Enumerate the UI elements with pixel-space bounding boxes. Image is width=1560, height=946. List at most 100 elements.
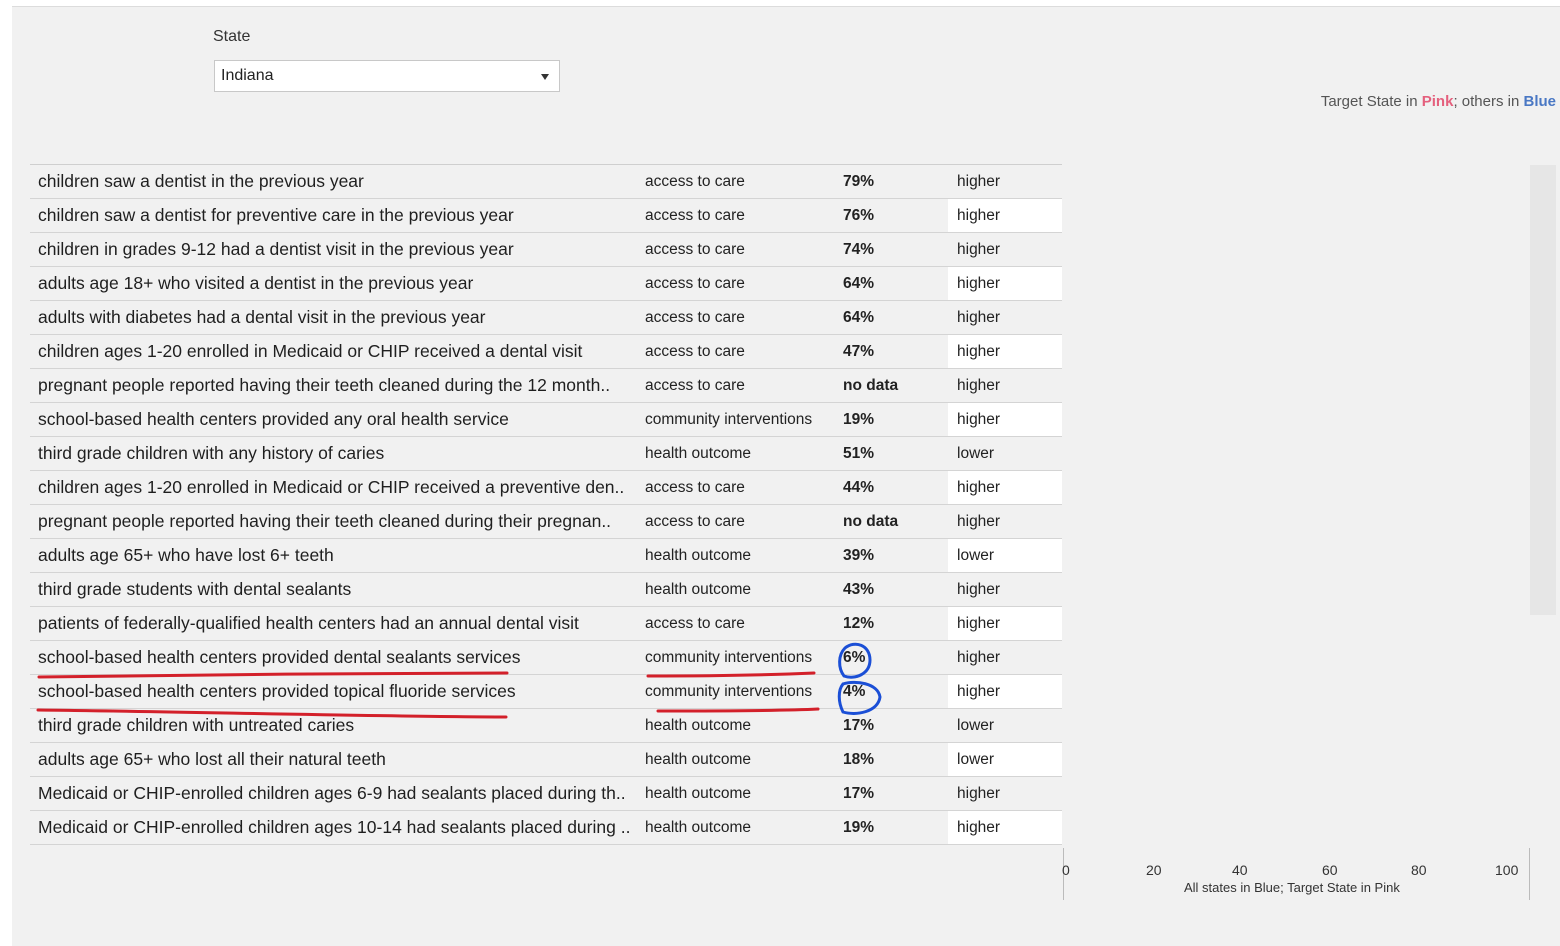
direction-cell: higher <box>948 811 1062 844</box>
left-margin <box>0 6 12 946</box>
table-row: adults age 65+ who have lost 6+ teeth hea… <box>30 539 1062 573</box>
table-row: school-based health centers provided den… <box>30 641 1062 675</box>
value-cell: 39% <box>843 547 875 564</box>
vertical-scrollbar[interactable] <box>1530 165 1556 615</box>
direction-cell: higher <box>957 173 1001 190</box>
value-cell: 6% <box>843 649 866 666</box>
state-select-value: Indiana <box>221 67 274 84</box>
category-cell: community interventions <box>645 683 813 700</box>
measure-cell: Medicaid or CHIP-enrolled children ages … <box>38 783 626 803</box>
measure-cell: patients of federally-qualified health c… <box>38 613 579 633</box>
table-row: adults age 18+ who visited a dentist in … <box>30 267 1062 301</box>
measure-cell: children ages 1-20 enrolled in Medicaid … <box>38 341 583 361</box>
measure-cell: school-based health centers provided any… <box>38 409 509 429</box>
value-cell: 12% <box>843 615 875 632</box>
value-cell: 17% <box>843 785 875 802</box>
category-cell: health outcome <box>645 751 751 768</box>
chevron-down-icon <box>541 74 549 80</box>
measure-cell: pregnant people reported having their te… <box>38 511 612 531</box>
direction-cell: higher <box>948 267 1062 300</box>
measure-cell: school-based health centers provided top… <box>38 681 516 701</box>
table-row: Medicaid or CHIP-enrolled children ages … <box>30 777 1062 811</box>
value-cell: 19% <box>843 819 875 836</box>
category-cell: health outcome <box>645 445 751 462</box>
direction-cell: higher <box>948 607 1062 640</box>
category-cell: access to care <box>645 309 745 326</box>
measure-cell: children ages 1-20 enrolled in Medicaid … <box>38 477 625 497</box>
measure-cell: third grade children with untreated cari… <box>38 715 355 735</box>
measure-cell: pregnant people reported having their te… <box>38 375 611 395</box>
direction-cell: higher <box>957 241 1001 258</box>
measure-cell: adults with diabetes had a dental visit … <box>38 307 486 327</box>
measure-cell: adults age 18+ who visited a dentist in … <box>38 273 474 293</box>
table-row: children in grades 9-12 had a dentist vi… <box>30 233 1062 267</box>
value-cell: 4% <box>843 683 866 700</box>
table-row: patients of federally-qualified health c… <box>30 607 1062 641</box>
direction-cell: higher <box>948 403 1062 436</box>
category-cell: access to care <box>645 479 745 496</box>
category-cell: access to care <box>645 343 745 360</box>
page-top-bar <box>0 0 1560 7</box>
direction-cell: higher <box>957 377 1001 394</box>
direction-cell: lower <box>948 743 1062 776</box>
legend-note: Target State in Pink; others in Blue <box>1321 93 1556 110</box>
value-cell: 47% <box>843 343 875 360</box>
table-row: Medicaid or CHIP-enrolled children ages … <box>30 811 1062 845</box>
direction-cell: higher <box>948 471 1062 504</box>
table-row: children ages 1-20 enrolled in Medicaid … <box>30 335 1062 369</box>
category-cell: health outcome <box>645 785 751 802</box>
measure-cell: children in grades 9-12 had a dentist vi… <box>38 239 514 259</box>
table-row: third grade children with untreated cari… <box>30 709 1062 743</box>
legend-pink-word: Pink <box>1421 93 1454 110</box>
category-cell: access to care <box>645 241 745 258</box>
category-cell: health outcome <box>645 581 751 598</box>
table-row: children saw a dentist for preventive ca… <box>30 199 1062 233</box>
category-cell: access to care <box>645 275 745 292</box>
table-row: pregnant people reported having their te… <box>30 505 1062 539</box>
category-cell: access to care <box>645 207 745 224</box>
category-cell: health outcome <box>645 819 751 836</box>
table-row: adults age 65+ who lost all their natura… <box>30 743 1062 777</box>
direction-cell: higher <box>948 335 1062 368</box>
value-cell: 51% <box>843 445 875 462</box>
x-axis-title: All states in Blue; Target State in Pink <box>1184 880 1400 895</box>
category-cell: community interventions <box>645 411 813 428</box>
table-row: school-based health centers provided top… <box>30 675 1062 709</box>
value-cell: 64% <box>843 275 875 292</box>
category-cell: community interventions <box>645 649 813 666</box>
direction-cell: higher <box>957 649 1001 666</box>
value-cell: 79% <box>843 173 875 190</box>
x-axis-tick-label: 0 <box>1062 862 1070 878</box>
measure-cell: school-based health centers provided den… <box>38 647 521 667</box>
value-cell: 18% <box>843 751 875 768</box>
direction-cell: higher <box>957 513 1001 530</box>
direction-cell: higher <box>957 785 1001 802</box>
x-axis-tick-label: 40 <box>1232 862 1248 878</box>
value-cell: 44% <box>843 479 875 496</box>
axis-right-line <box>1529 848 1530 900</box>
x-axis-tick-label: 100 <box>1495 862 1519 878</box>
legend-prefix: Target State in <box>1320 93 1422 110</box>
category-cell: access to care <box>645 173 745 190</box>
category-cell: access to care <box>645 513 745 530</box>
table-row: pregnant people reported having their te… <box>30 369 1062 403</box>
measures-table: children saw a dentist in the previous y… <box>30 164 1062 845</box>
measure-cell: children saw a dentist for preventive ca… <box>38 205 514 225</box>
x-axis-tick-label: 20 <box>1146 862 1162 878</box>
direction-cell: higher <box>948 199 1062 232</box>
measure-cell: adults age 65+ who have lost 6+ teeth <box>38 545 334 565</box>
table-row: children ages 1-20 enrolled in Medicaid … <box>30 471 1062 505</box>
state-filter-label: State <box>213 28 251 45</box>
table-row: adults with diabetes had a dental visit … <box>30 301 1062 335</box>
value-cell: no data <box>843 513 899 530</box>
direction-cell: lower <box>948 539 1062 572</box>
direction-cell: higher <box>957 581 1001 598</box>
value-cell: 76% <box>843 207 875 224</box>
value-cell: 19% <box>843 411 875 428</box>
value-cell: no data <box>843 377 899 394</box>
state-select[interactable]: Indiana <box>214 60 560 92</box>
category-cell: access to care <box>645 377 745 394</box>
legend-middle: ; others in <box>1453 93 1524 110</box>
measure-cell: third grade students with dental sealant… <box>38 579 352 599</box>
direction-cell: lower <box>957 445 995 462</box>
